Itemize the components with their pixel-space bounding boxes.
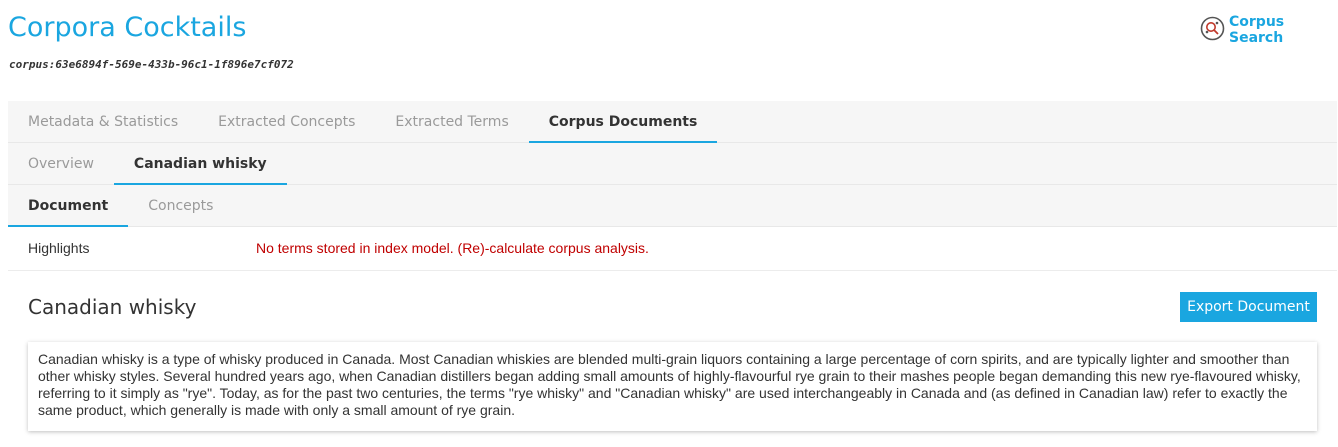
page-title: Corpora Cocktails <box>8 12 247 43</box>
documents-tabbar: Overview Canadian whisky <box>8 143 1337 185</box>
corpus-id: corpus:63e6894f-569e-433b-96c1-1f896e7cf… <box>9 58 294 71</box>
corpus-search-link[interactable]: Corpus Search <box>1200 14 1338 46</box>
document-title: Canadian whisky <box>28 295 197 319</box>
main-tabbar: Metadata & Statistics Extracted Concepts… <box>8 101 1337 143</box>
corpus-search-icon <box>1200 16 1225 45</box>
tab-document[interactable]: Document <box>8 185 129 227</box>
highlights-row: Highlights No terms stored in index mode… <box>8 227 1337 271</box>
tab-overview[interactable]: Overview <box>8 143 114 185</box>
tab-canadian-whisky[interactable]: Canadian whisky <box>113 143 287 185</box>
tab-concepts[interactable]: Concepts <box>128 185 233 227</box>
corpus-search-label: Corpus Search <box>1229 14 1285 46</box>
document-text: Canadian whisky is a type of whisky prod… <box>28 342 1317 431</box>
tab-extracted-terms[interactable]: Extracted Terms <box>375 101 528 143</box>
highlights-error-message: No terms stored in index model. (Re)-cal… <box>256 240 649 256</box>
tab-corpus-documents[interactable]: Corpus Documents <box>528 101 718 143</box>
tab-extracted-concepts[interactable]: Extracted Concepts <box>198 101 375 143</box>
view-tabbar: Document Concepts <box>8 185 1337 227</box>
tab-metadata-statistics[interactable]: Metadata & Statistics <box>8 101 198 143</box>
export-document-button[interactable]: Export Document <box>1180 292 1317 322</box>
highlights-label: Highlights <box>28 240 90 256</box>
